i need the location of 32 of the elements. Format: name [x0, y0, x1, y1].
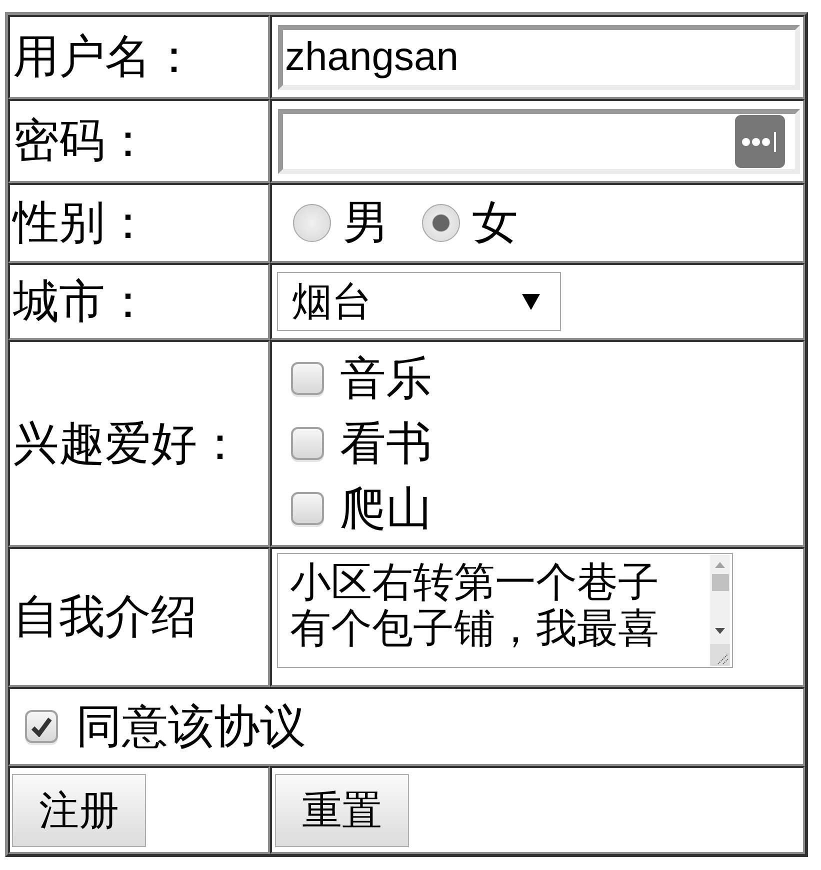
text-field[interactable]: zhangsan [278, 24, 800, 90]
checkbox[interactable] [291, 492, 324, 525]
radio-button[interactable] [422, 204, 460, 242]
radio-button[interactable] [293, 204, 331, 242]
password-dots-icon[interactable] [735, 114, 785, 168]
password-field[interactable] [278, 108, 800, 174]
checkbox-label: 音乐 [340, 350, 432, 406]
field-label: 性别： [10, 195, 151, 250]
checkbox-label: 看书 [340, 416, 432, 471]
form-button[interactable]: 重置 [275, 774, 409, 846]
checkbox[interactable] [25, 710, 58, 743]
checkbox[interactable] [291, 362, 324, 395]
field-label: 兴趣爱好： [12, 416, 243, 471]
scrollbar[interactable] [710, 555, 730, 644]
checkmark-icon [31, 716, 52, 736]
field-label: 用户名： [12, 29, 197, 84]
radio-label: 男 [343, 195, 389, 250]
textarea-field[interactable]: 小区右转第一个巷子有个包子铺，我最喜 [277, 553, 733, 668]
checkbox[interactable] [291, 427, 324, 460]
checkbox-label: 爬山 [340, 480, 432, 536]
field-label: 自我介绍 [12, 589, 197, 644]
scroll-thumb[interactable] [712, 574, 728, 591]
radio-label: 女 [472, 195, 518, 250]
field-label: 城市： [12, 274, 151, 329]
field-label: 密码： [12, 113, 151, 168]
form-button[interactable]: 注册 [12, 774, 146, 846]
scroll-down-arrow-icon[interactable] [715, 628, 725, 634]
city-select[interactable]: 烟台 [277, 272, 561, 331]
caret-down-icon [522, 294, 540, 310]
resize-grip-icon[interactable] [710, 644, 730, 666]
checkbox-label: 同意该协议 [76, 698, 306, 754]
scroll-up-arrow-icon[interactable] [715, 562, 725, 568]
